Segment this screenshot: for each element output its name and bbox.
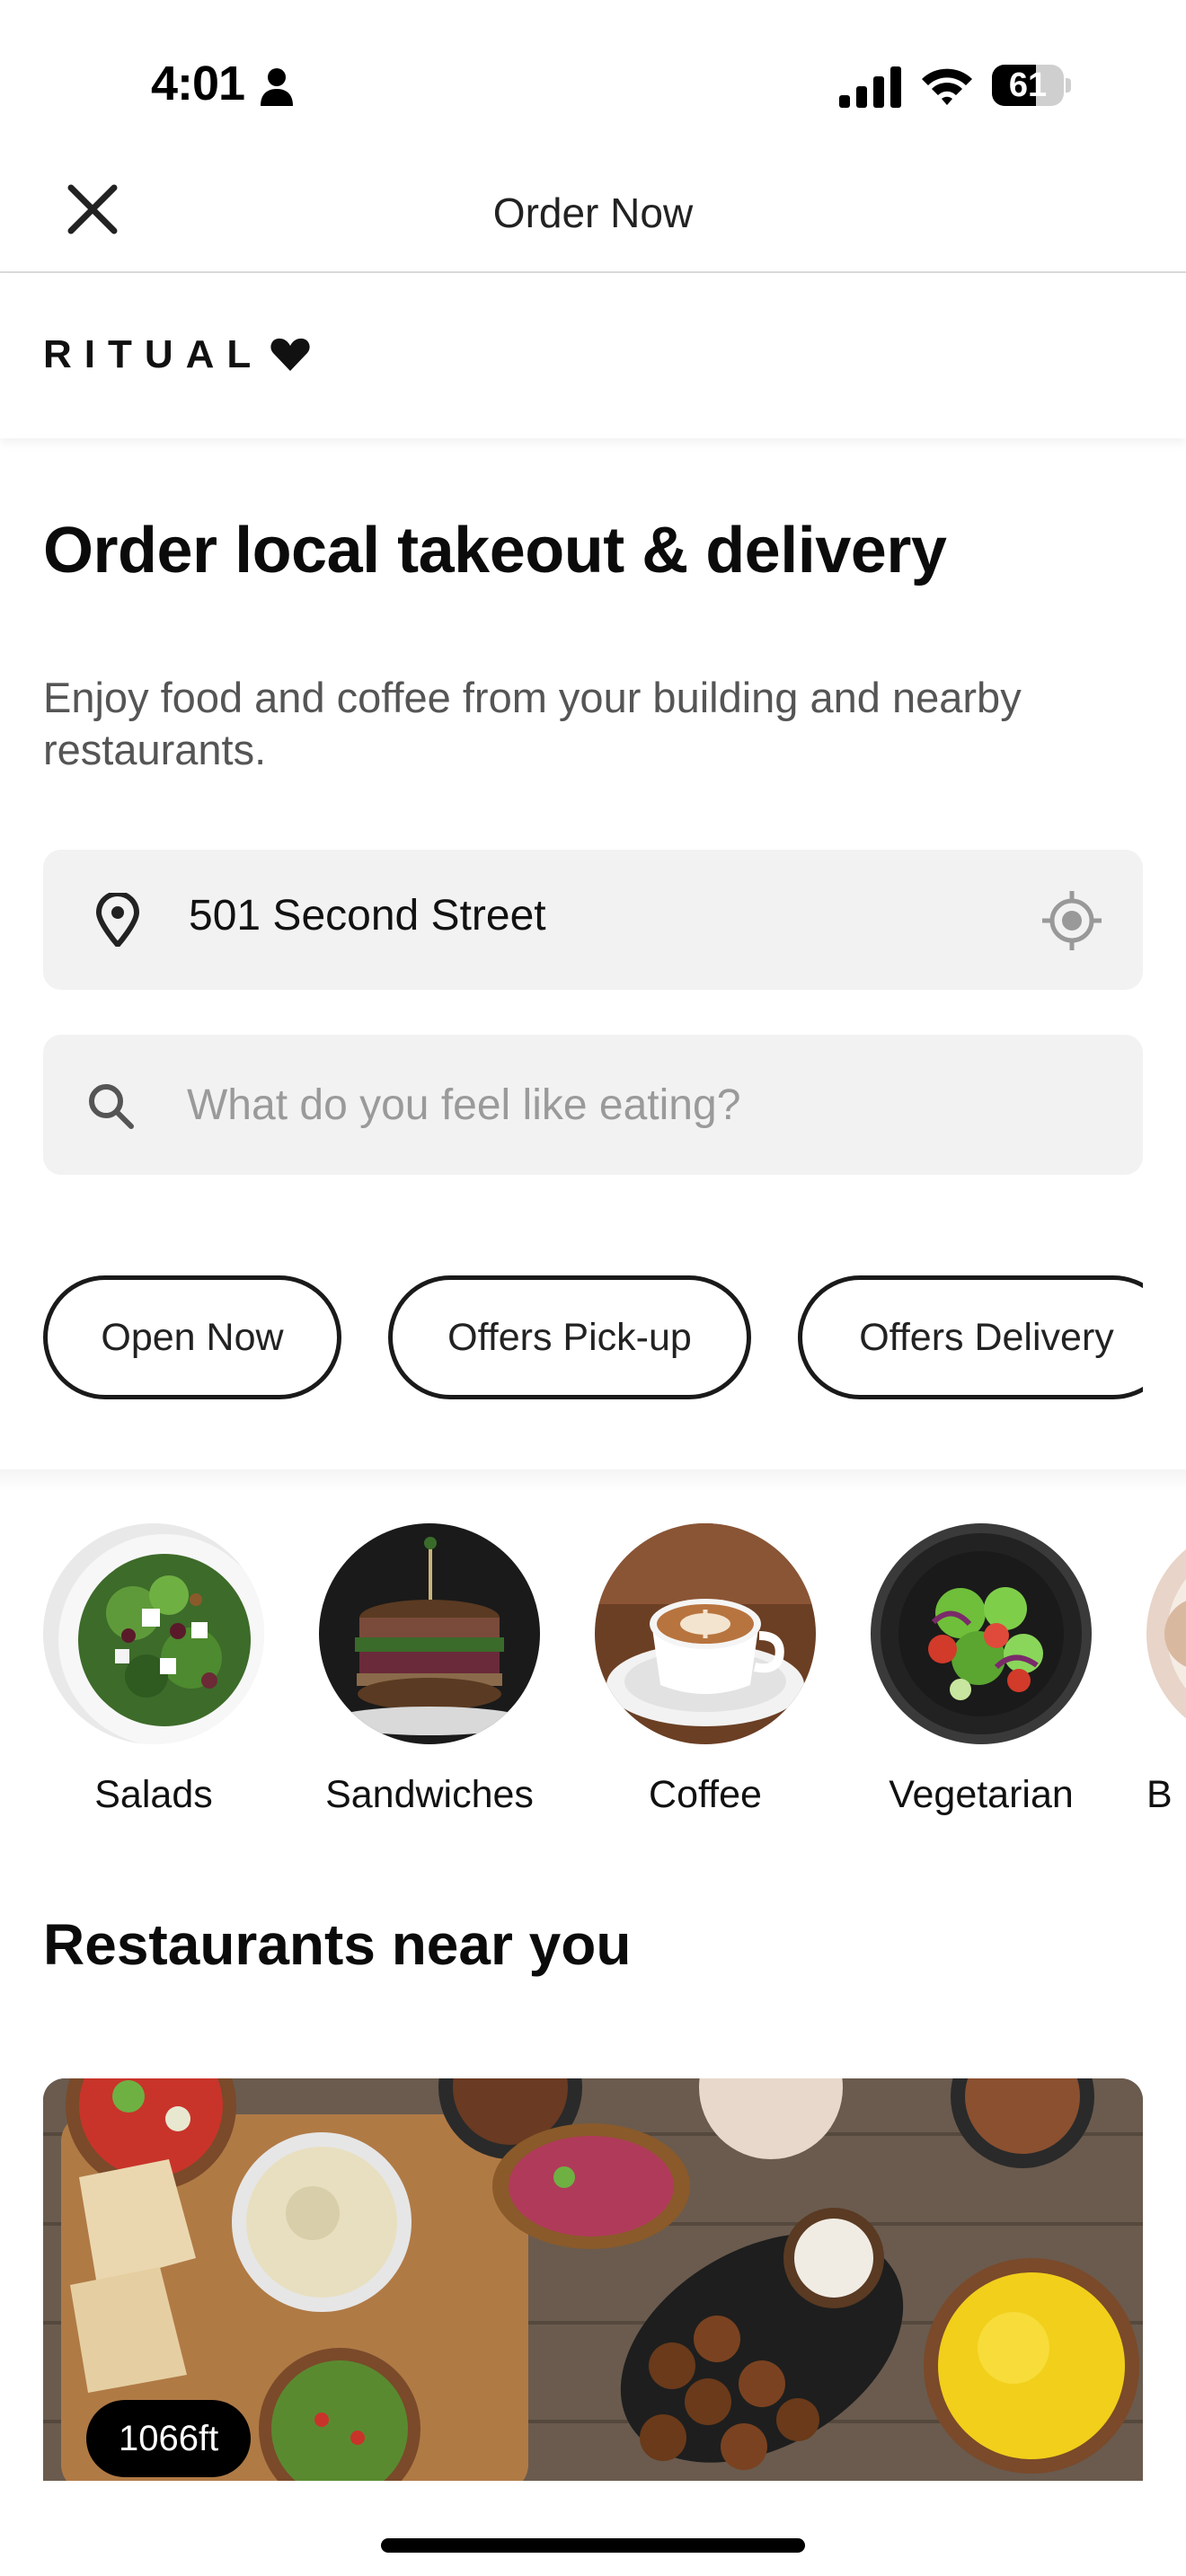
- distance-badge: 1066ft: [86, 2400, 252, 2477]
- filter-chips: Open Now Offers Pick-up Offers Delivery: [43, 1275, 1143, 1401]
- coffee-image: [595, 1523, 816, 1744]
- restaurants-section-title: Restaurants near you: [43, 1912, 632, 1977]
- logo-text: RITUAL: [43, 332, 264, 376]
- filter-offers-pickup[interactable]: Offers Pick-up: [388, 1275, 751, 1399]
- battery-percent: 61: [1008, 66, 1048, 104]
- category-partial[interactable]: B: [1146, 1523, 1186, 1817]
- search-input[interactable]: [187, 1071, 1085, 1139]
- person-icon: [261, 68, 293, 106]
- vegetarian-image: [871, 1523, 1092, 1744]
- address-field[interactable]: 501 Second Street: [43, 850, 1143, 990]
- page-title: Order Now: [492, 190, 694, 236]
- section-divider: [0, 1469, 1186, 1491]
- category-coffee[interactable]: Coffee: [595, 1523, 816, 1817]
- filter-open-now[interactable]: Open Now: [43, 1275, 341, 1399]
- hero-title: Order local takeout & delivery: [43, 515, 947, 587]
- search-icon: [89, 1084, 134, 1129]
- crosshair-icon[interactable]: [1040, 889, 1103, 952]
- category-label: Salads: [94, 1773, 213, 1816]
- wifi-icon: [922, 68, 972, 105]
- category-label: Vegetarian: [889, 1773, 1074, 1816]
- category-vegetarian[interactable]: Vegetarian: [871, 1523, 1092, 1817]
- category-label: Sandwiches: [325, 1773, 534, 1816]
- category-salads[interactable]: Salads: [43, 1523, 264, 1817]
- address-value: 501 Second Street: [189, 892, 546, 940]
- category-image: [1146, 1523, 1186, 1744]
- ritual-logo: RITUAL: [43, 332, 312, 377]
- heart-logo-icon: [270, 338, 310, 371]
- category-carousel: Salads Sandwiches Coffee Vegetarian B: [43, 1523, 1186, 1829]
- category-sandwiches[interactable]: Sandwiches: [319, 1523, 540, 1817]
- sandwiches-image: [319, 1523, 540, 1744]
- category-label: Coffee: [649, 1773, 762, 1816]
- cellular-signal-icon: [839, 66, 901, 108]
- map-pin-icon: [95, 893, 140, 947]
- hero-subtitle: Enjoy food and coffee from your building…: [43, 674, 1022, 773]
- battery-indicator: 61: [992, 65, 1071, 106]
- home-indicator: [381, 2538, 805, 2553]
- filter-offers-delivery[interactable]: Offers Delivery: [798, 1275, 1143, 1399]
- search-field[interactable]: [43, 1035, 1143, 1175]
- category-label: B: [1146, 1773, 1173, 1816]
- status-bar: 4:01 61: [0, 0, 1186, 171]
- status-time: 4:01: [151, 57, 245, 110]
- salads-image: [43, 1523, 264, 1744]
- restaurant-card[interactable]: 1066ft: [43, 2078, 1143, 2481]
